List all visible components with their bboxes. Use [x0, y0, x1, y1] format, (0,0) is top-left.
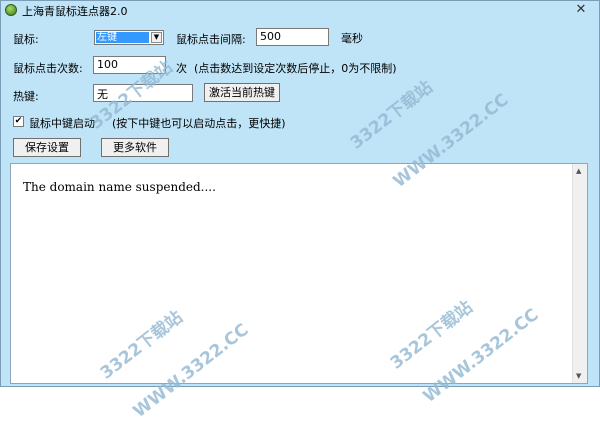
- hotkey-input[interactable]: 无: [93, 84, 193, 102]
- interval-input[interactable]: 500: [256, 28, 329, 46]
- middle-click-hint: (按下中键也可以启动点击，更快捷): [112, 117, 286, 130]
- chevron-down-icon[interactable]: ▼: [151, 32, 162, 43]
- checkmark-icon: ✔: [14, 116, 23, 126]
- activate-hotkey-button[interactable]: 激活当前热键: [204, 83, 280, 102]
- interval-label: 鼠标点击间隔:: [176, 33, 246, 46]
- watermark-site: 3322下载站: [346, 77, 437, 154]
- scroll-down-arrow-icon[interactable]: ▼: [576, 372, 581, 380]
- close-icon[interactable]: ✕: [567, 2, 595, 17]
- vertical-scrollbar[interactable]: ▲ ▼: [572, 164, 587, 383]
- mouse-label: 鼠标:: [13, 33, 39, 46]
- count-label: 鼠标点击次数:: [13, 62, 83, 75]
- middle-click-checkbox[interactable]: ✔: [13, 116, 24, 127]
- content-text: The domain name suspended....: [23, 180, 216, 194]
- middle-click-label: 鼠标中键启动: [29, 117, 95, 130]
- window-title: 上海青鼠标连点器2.0: [22, 5, 128, 18]
- count-hint: (点击数达到设定次数后停止，0为不限制): [194, 62, 397, 75]
- title-bar[interactable]: 上海青鼠标连点器2.0 ✕: [1, 1, 599, 19]
- count-unit: 次: [176, 62, 187, 75]
- count-input[interactable]: 100: [93, 56, 166, 74]
- more-software-button[interactable]: 更多软件: [101, 138, 169, 157]
- content-textarea[interactable]: The domain name suspended.... ▲ ▼: [10, 163, 588, 384]
- app-icon: [5, 4, 17, 16]
- app-window: 上海青鼠标连点器2.0 ✕ 鼠标: 左键 ▼ 鼠标点击间隔: 500 毫秒 鼠标…: [0, 0, 600, 422]
- save-settings-button[interactable]: 保存设置: [13, 138, 81, 157]
- hotkey-label: 热键:: [13, 90, 39, 103]
- mouse-button-selected-value: 左键: [96, 32, 149, 43]
- interval-unit: 毫秒: [341, 32, 363, 45]
- scroll-up-arrow-icon[interactable]: ▲: [576, 167, 581, 175]
- mouse-button-select[interactable]: 左键 ▼: [94, 30, 164, 45]
